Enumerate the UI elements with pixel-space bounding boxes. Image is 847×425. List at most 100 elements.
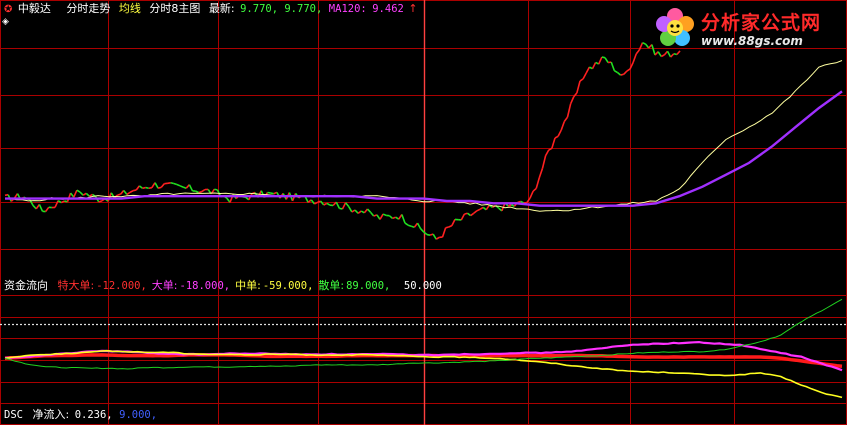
flow-item-value: -59.000, [262, 280, 314, 292]
price-segment [54, 200, 59, 208]
price-segment [476, 208, 481, 212]
price-segment [170, 182, 174, 185]
menu-main-chart[interactable]: 分时8主图 [149, 2, 200, 15]
price-segment [348, 206, 353, 213]
price-segment [579, 78, 584, 82]
price-segment [541, 155, 547, 169]
price-segment [38, 204, 44, 212]
price-segment [510, 204, 515, 207]
flow-item-label: 大单: [151, 279, 178, 292]
diamond-marker-icon: ◈ [2, 17, 9, 27]
price-segment [407, 224, 412, 227]
price-segment [326, 202, 331, 206]
price-segment [460, 213, 466, 221]
latest-values: 9.770, 9.770, [240, 3, 323, 15]
flow-item-value: 89.000, [346, 280, 391, 292]
price-segment [467, 212, 472, 217]
flow-item-label: 散单: [318, 279, 345, 292]
price-segment [44, 206, 50, 213]
net-inflow-value: 0.236, [74, 409, 113, 421]
price-segment [351, 209, 356, 213]
price-segment [382, 213, 387, 217]
price-segment [566, 103, 572, 118]
price-segment [132, 189, 137, 192]
flow-tail-value: 50.000 [403, 280, 442, 292]
price-segment [360, 210, 365, 214]
price-segment [435, 236, 440, 240]
dsc-title: DSC [4, 409, 23, 421]
price-segment [451, 219, 456, 226]
price-segment [623, 70, 628, 75]
flow-item-value: -12.000, [96, 280, 147, 292]
price-segment [507, 204, 512, 207]
price-segment [473, 210, 478, 214]
price-segment [538, 168, 544, 178]
dsc-header: DSC 净流入: 0.236, 9.000, [4, 408, 162, 422]
ma120-value: 9.462 [372, 3, 404, 15]
price-segment [79, 191, 84, 196]
price-segment [666, 50, 672, 58]
price-segment [160, 183, 165, 188]
price-segment [448, 224, 453, 228]
price-segment [154, 182, 159, 189]
menu-intraday[interactable]: 分时走势 [66, 2, 110, 15]
price-segment [576, 80, 581, 94]
price-segment [354, 209, 359, 214]
latest-label: 最新: [208, 2, 235, 15]
price-segment [370, 211, 375, 217]
price-panel [4, 41, 843, 240]
grid-lines [0, 0, 847, 425]
price-segment [401, 214, 406, 224]
price-segment [632, 53, 638, 63]
price-segment [366, 208, 372, 213]
price-segment [635, 49, 641, 55]
fund-flow-title: 资金流向 [4, 279, 48, 292]
flow-item-value: -18.000, [179, 280, 231, 292]
price-segment [173, 182, 178, 186]
price-segment [432, 233, 437, 240]
price-segment [357, 210, 362, 215]
price-segment [198, 190, 203, 194]
price-segment [485, 204, 491, 211]
price-segment [66, 192, 72, 202]
ma120-label: MA120: [328, 3, 367, 15]
price-segment [126, 191, 131, 196]
price-segment [610, 61, 616, 71]
price-segment [535, 177, 541, 189]
price-segment [598, 56, 603, 65]
price-segment [613, 70, 618, 74]
price-segment [323, 202, 328, 206]
price-segment [560, 121, 566, 131]
price-segment [557, 129, 562, 137]
price-segment [464, 212, 468, 215]
price-segment [73, 189, 78, 198]
logo-name: 分析家公式网 [701, 12, 822, 34]
price-segment [344, 202, 350, 208]
price-segment [626, 68, 631, 72]
price-segment [98, 200, 103, 203]
price-segment [470, 212, 475, 217]
price-segment [319, 200, 325, 206]
price-segment [573, 92, 578, 98]
price-segment [642, 41, 646, 45]
price-segment [551, 137, 556, 149]
fund-flow-header: 资金流向 特大单: -12.000, 大单: -18.000, 中单: -59.000, 散… [4, 279, 447, 293]
flow-item-label: 中单: [235, 279, 261, 292]
price-segment [123, 189, 128, 195]
avg-price-line [4, 60, 843, 212]
price-segment [188, 184, 194, 192]
price-segment [201, 188, 206, 193]
stock-icon: ✪ [4, 4, 13, 15]
price-segment [529, 190, 534, 199]
price-segment [310, 199, 316, 205]
menu-avg-line[interactable]: 均线 [119, 2, 141, 15]
price-segment [591, 62, 597, 70]
main-chart [0, 0, 847, 425]
price-segment [601, 56, 606, 59]
price-segment [76, 189, 81, 193]
price-segment [582, 72, 587, 80]
price-header: ✪ 中毅达 分时走势 均线 分时8主图 最新: 9.770, 9.770, MA… [4, 2, 423, 17]
price-segment [416, 222, 422, 230]
price-segment [82, 192, 87, 196]
price-segment [341, 202, 347, 210]
